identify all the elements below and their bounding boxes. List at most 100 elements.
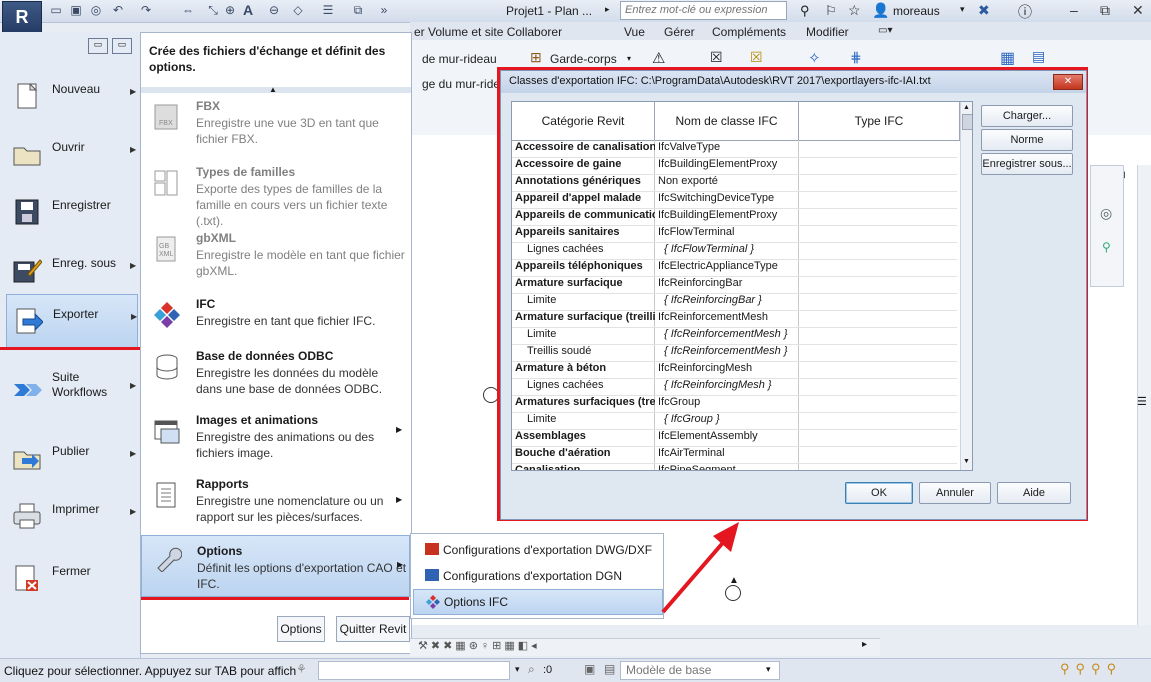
- ok-button[interactable]: OK: [845, 482, 913, 504]
- table-row[interactable]: Appareils téléphoniques IfcElectricApplia…: [512, 259, 957, 277]
- workplane-icon[interactable]: ▦: [1000, 48, 1015, 68]
- tab-modifier[interactable]: Modifier: [806, 25, 849, 39]
- save-as-button[interactable]: Enregistrer sous...: [981, 153, 1073, 175]
- dropdown-icon[interactable]: ▾: [766, 664, 771, 675]
- cell-ifc-class[interactable]: IfcValveType: [658, 141, 798, 153]
- cell-ifc-class[interactable]: IfcGroup: [658, 396, 798, 408]
- steering-wheel-icon[interactable]: ◎: [1100, 205, 1112, 222]
- open-documents-icon[interactable]: ▭: [112, 38, 132, 54]
- new-icon[interactable]: ▭: [48, 3, 64, 18]
- user-dropdown-icon[interactable]: ▾: [960, 4, 965, 15]
- table-row[interactable]: Lignes cachées { IfcFlowTerminal }: [512, 242, 957, 260]
- help-icon[interactable]: ⓘ: [1018, 2, 1032, 22]
- table-row[interactable]: Canalisation IfcPipeSegment: [512, 463, 957, 470]
- scroll-right-icon[interactable]: ▸: [862, 639, 867, 650]
- user-icon[interactable]: 👤: [872, 2, 889, 19]
- cell-ifc-class[interactable]: IfcSwitchingDeviceType: [658, 192, 798, 204]
- submenu-scroll-up[interactable]: ▲: [141, 85, 411, 94]
- minimize-icon[interactable]: –: [1070, 2, 1078, 18]
- zoom-icon[interactable]: ⚲: [1102, 240, 1111, 254]
- chevron-down-icon[interactable]: ▾: [627, 54, 631, 63]
- cell-ifc-class[interactable]: { IfcFlowTerminal }: [658, 243, 804, 255]
- table-row[interactable]: Armature surfacique IfcReinforcingBar: [512, 276, 957, 294]
- grid-icon[interactable]: ⋕: [850, 49, 862, 66]
- cell-ifc-class[interactable]: IfcPipeSegment: [658, 464, 798, 470]
- 3d-view-icon[interactable]: ⊖: [266, 3, 282, 18]
- level-icon[interactable]: ✧: [808, 49, 821, 67]
- design-options-icon[interactable]: ▣: [584, 662, 595, 676]
- cell-ifc-class[interactable]: { IfcGroup }: [658, 413, 804, 425]
- workset-icon[interactable]: ⚘: [296, 662, 307, 676]
- user-name[interactable]: moreaus: [893, 4, 940, 18]
- cell-ifc-class[interactable]: IfcElementAssembly: [658, 430, 798, 442]
- redo-icon[interactable]: ↷: [138, 3, 154, 18]
- cell-ifc-class[interactable]: IfcBuildingElementProxy: [658, 209, 798, 221]
- help-button[interactable]: Aide: [997, 482, 1071, 504]
- measure-icon[interactable]: ⇔: [180, 3, 196, 18]
- cell-ifc-class[interactable]: { IfcReinforcingMesh }: [658, 379, 804, 391]
- menu-item-suite-workflows[interactable]: Suite Workflows ▶: [6, 364, 136, 416]
- ifc-class-table[interactable]: Catégorie Revit Nom de classe IFC Type I…: [511, 101, 973, 471]
- table-row[interactable]: Appareils de communication IfcBuildingEle…: [512, 208, 957, 226]
- cell-ifc-class[interactable]: { IfcReinforcingBar }: [658, 294, 804, 306]
- railing-icon[interactable]: ⊞: [530, 49, 542, 66]
- revit-logo-button[interactable]: R: [2, 1, 42, 35]
- cancel-button[interactable]: Annuler: [919, 482, 991, 504]
- properties-toggle-icon[interactable]: ☰: [1137, 395, 1147, 408]
- menu-item-publier[interactable]: Publier ▶: [6, 432, 136, 484]
- shaft-icon[interactable]: ☒: [750, 49, 763, 66]
- submenu-item-options[interactable]: Options Définit les options d'exportatio…: [141, 535, 410, 597]
- submenu-item-fbx[interactable]: FBX FBX Enregistre une vue 3D en tant qu…: [141, 99, 411, 157]
- ribbon-tabs-partial[interactable]: er Volume et site Collaborer: [414, 25, 562, 39]
- cell-ifc-class[interactable]: IfcBuildingElementProxy: [658, 158, 798, 170]
- expand-search-icon[interactable]: ▸: [605, 4, 610, 15]
- flyout-item-dwg[interactable]: Configurations d'exportation DWG/DXF: [413, 538, 661, 562]
- submenu-item-images-animations[interactable]: Images et animations Enregistre des anim…: [141, 413, 411, 471]
- binoculars-icon[interactable]: ⚲: [800, 3, 810, 19]
- submenu-item-gbxml[interactable]: GB XML gbXML Enregistre le modèle en tant…: [141, 231, 411, 281]
- cell-ifc-class[interactable]: IfcAirTerminal: [658, 447, 798, 459]
- dialog-close-button[interactable]: ✕: [1053, 74, 1083, 90]
- dimension-icon[interactable]: ⤡: [205, 3, 221, 18]
- table-scrollbar[interactable]: ▲ ▼: [960, 102, 972, 470]
- table-row[interactable]: Limite { IfcReinforcementMesh }: [512, 327, 957, 345]
- subscription-icon[interactable]: ⚐: [825, 3, 837, 19]
- view-control-icons[interactable]: ⚒✖✖▦⊛♀⊞▦◧◂: [418, 639, 540, 652]
- menu-item-ouvrir[interactable]: Ouvrir ▶: [6, 128, 136, 180]
- quit-revit-button[interactable]: Quitter Revit: [336, 616, 410, 642]
- table-row[interactable]: Armature à béton IfcReinforcingMesh: [512, 361, 957, 379]
- recent-documents-icon[interactable]: ▭: [88, 38, 108, 54]
- dropdown-icon[interactable]: ▾: [515, 664, 520, 675]
- favorites-star-icon[interactable]: ☆: [848, 2, 861, 19]
- tab-vue[interactable]: Vue: [624, 25, 645, 39]
- scroll-thumb[interactable]: [962, 114, 972, 130]
- text-icon[interactable]: A: [240, 3, 256, 18]
- undo-icon[interactable]: ↶: [110, 3, 126, 18]
- table-row[interactable]: Assemblages IfcElementAssembly: [512, 429, 957, 447]
- more-icon[interactable]: »: [376, 3, 392, 18]
- workset-field[interactable]: [318, 661, 510, 680]
- cell-ifc-class[interactable]: { IfcReinforcementMesh }: [658, 345, 804, 357]
- cell-ifc-class[interactable]: IfcReinforcingMesh: [658, 362, 798, 374]
- scroll-up-icon[interactable]: ▲: [963, 104, 970, 111]
- table-row[interactable]: Limite { IfcGroup }: [512, 412, 957, 430]
- close-window-icon[interactable]: ✕: [1132, 2, 1144, 19]
- tag-icon[interactable]: ⊕: [222, 3, 238, 18]
- tab-complements[interactable]: Compléments: [712, 25, 786, 39]
- exchange-apps-icon[interactable]: ✖: [978, 2, 990, 19]
- menu-item-fermer[interactable]: Fermer: [6, 552, 136, 604]
- submenu-item-odbc[interactable]: Base de données ODBC Enregistre les donn…: [141, 349, 411, 407]
- opening-icon[interactable]: ☒: [710, 49, 723, 66]
- table-row[interactable]: Accessoire de canalisation IfcValveType: [512, 140, 957, 158]
- standard-button[interactable]: Norme: [981, 129, 1073, 151]
- flyout-item-ifc-options[interactable]: Options IFC: [413, 589, 663, 615]
- section-icon[interactable]: ◇: [290, 3, 306, 18]
- scroll-down-icon[interactable]: ▼: [963, 458, 970, 465]
- table-row[interactable]: Appareil d'appel malade IfcSwitchingDevic…: [512, 191, 957, 209]
- navigation-bar[interactable]: [1090, 165, 1124, 287]
- menu-item-exporter[interactable]: Exporter ▶: [6, 294, 138, 348]
- editable-icon[interactable]: ⌕: [528, 662, 535, 677]
- submenu-item-types-familles[interactable]: Types de familles Exporte des types de f…: [141, 165, 411, 228]
- tab-options-icon[interactable]: ▭▾: [878, 25, 892, 36]
- ribbon-curtain-wall-label[interactable]: de mur-rideau: [422, 52, 497, 66]
